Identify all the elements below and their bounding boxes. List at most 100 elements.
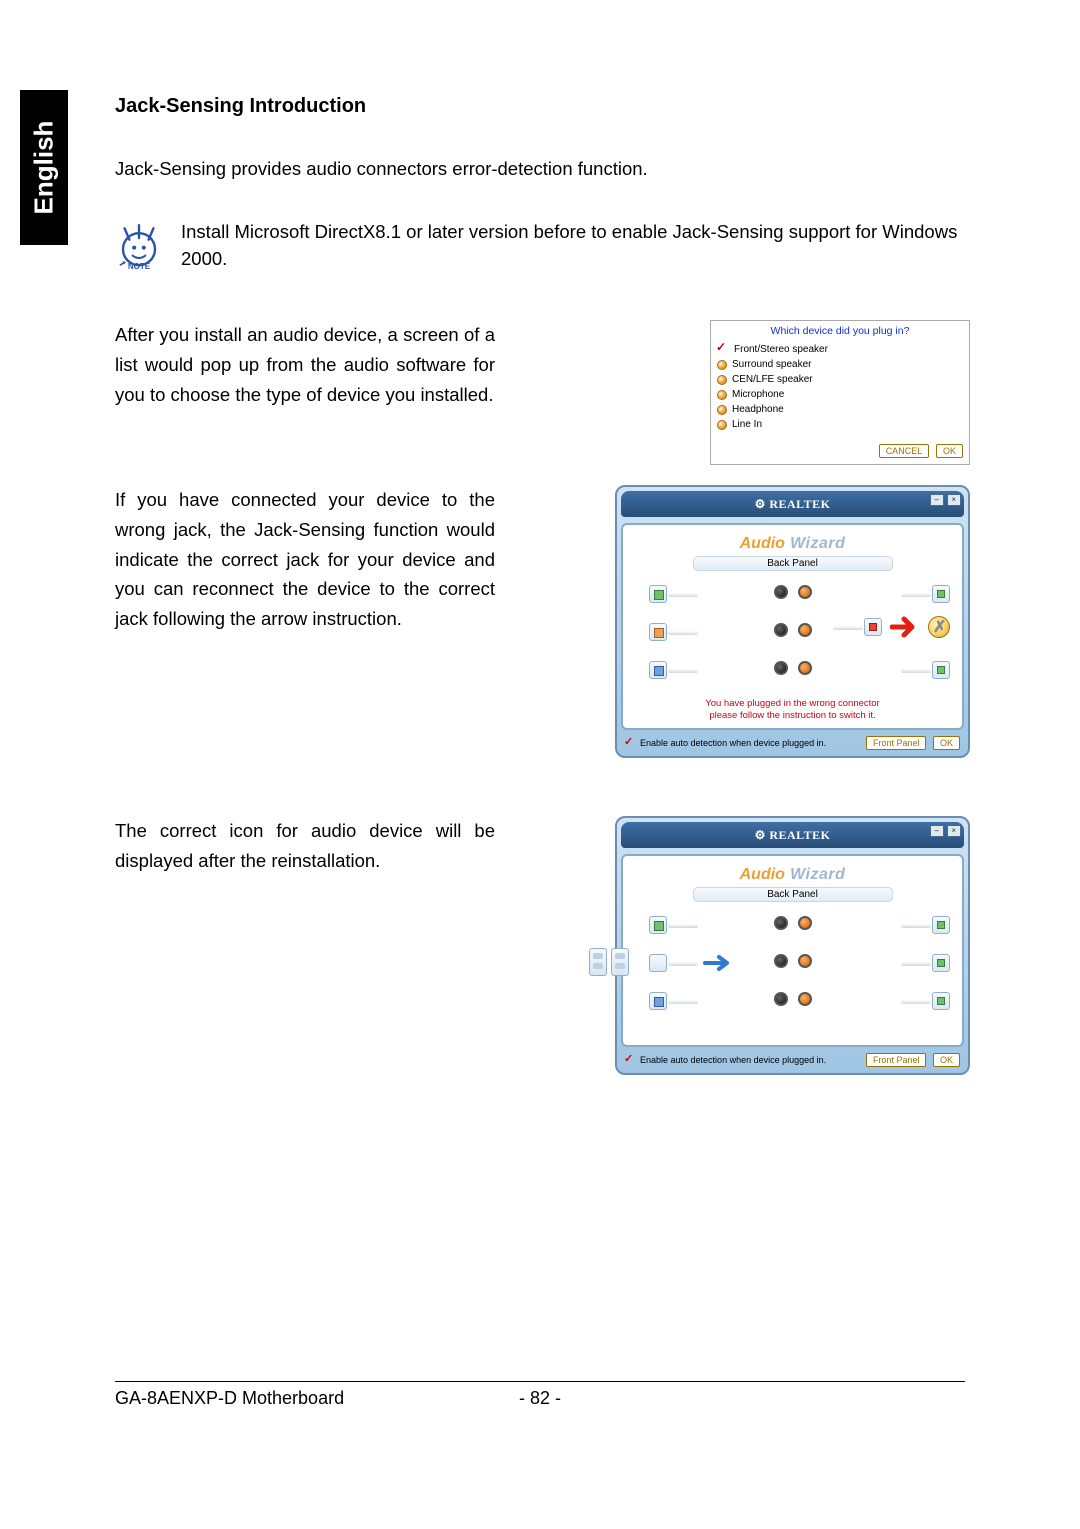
page-content: Jack-Sensing Introduction Jack-Sensing p… bbox=[115, 95, 970, 1075]
minimize-icon[interactable]: – bbox=[930, 825, 944, 837]
brand-label: ⚙ REALTEK bbox=[755, 828, 831, 842]
wizard-subtitle: Back Panel bbox=[693, 887, 893, 902]
brand-label: ⚙ REALTEK bbox=[755, 497, 831, 511]
plug-active-icon bbox=[649, 954, 667, 972]
wizard-titlebar: ⚙ REALTEK – × bbox=[621, 491, 964, 517]
dot-icon bbox=[717, 360, 727, 370]
plug-icon bbox=[932, 992, 950, 1010]
footer-page-number: - 82 - bbox=[519, 1388, 561, 1409]
note-row: NOTE Install Microsoft DirectX8.1 or lat… bbox=[115, 219, 970, 273]
wizard-title: Audio Wizard bbox=[629, 862, 956, 884]
wizard-footer: Enable auto detection when device plugge… bbox=[621, 730, 964, 752]
jack-diagram bbox=[635, 910, 950, 1025]
wrong-jack-icon bbox=[928, 616, 950, 638]
jack-icon bbox=[798, 585, 812, 599]
svg-text:NOTE: NOTE bbox=[128, 262, 151, 270]
checkmark-icon bbox=[625, 1055, 636, 1066]
row-device-list: After you install an audio device, a scr… bbox=[115, 320, 970, 465]
wizard-body: Audio Wizard Back Panel bbox=[621, 854, 964, 1047]
speaker-device-icon bbox=[589, 948, 629, 976]
enable-label: Enable auto detection when device plugge… bbox=[640, 738, 826, 748]
dialog-buttons: CANCEL OK bbox=[717, 444, 963, 458]
opt-front-stereo[interactable]: Front/Stereo speaker bbox=[717, 341, 963, 357]
opt-label: Headphone bbox=[732, 404, 784, 415]
check-icon bbox=[717, 343, 729, 355]
enable-auto-detection[interactable]: Enable auto detection when device plugge… bbox=[625, 1055, 826, 1066]
front-panel-button[interactable]: Front Panel bbox=[866, 736, 927, 750]
jack-icon bbox=[774, 623, 788, 637]
footer-doc-name: GA-8AENXP-D Motherboard bbox=[115, 1388, 344, 1409]
opt-cen-lfe[interactable]: CEN/LFE speaker bbox=[717, 372, 963, 387]
dot-icon bbox=[717, 375, 727, 385]
arrow-icon bbox=[703, 954, 731, 972]
dot-icon bbox=[717, 420, 727, 430]
jack-icon bbox=[774, 992, 788, 1006]
plug-icon bbox=[649, 585, 667, 603]
ok-button[interactable]: OK bbox=[936, 444, 963, 458]
opt-label: Surround speaker bbox=[732, 359, 812, 370]
minimize-icon[interactable]: – bbox=[930, 494, 944, 506]
row-correct-jack: The correct icon for audio device will b… bbox=[115, 816, 970, 1075]
jack-icon bbox=[774, 916, 788, 930]
plug-icon bbox=[932, 916, 950, 934]
jack-icon bbox=[774, 954, 788, 968]
plug-icon bbox=[932, 954, 950, 972]
plug-icon bbox=[649, 992, 667, 1010]
block2-image: ⚙ REALTEK – × Audio Wizard Back Panel bbox=[515, 485, 970, 758]
jack-icon bbox=[774, 585, 788, 599]
jack-icon bbox=[774, 661, 788, 675]
note-text: Install Microsoft DirectX8.1 or later ve… bbox=[181, 219, 970, 273]
language-tab: English bbox=[20, 90, 68, 245]
jack-diagram bbox=[635, 579, 950, 694]
checkmark-icon bbox=[625, 738, 636, 749]
wizard-titlebar: ⚙ REALTEK – × bbox=[621, 822, 964, 848]
jack-icon bbox=[798, 623, 812, 637]
plug-wrong-icon bbox=[864, 618, 882, 636]
arrow-icon bbox=[890, 615, 920, 639]
block3-image: ⚙ REALTEK – × Audio Wizard Back Panel bbox=[515, 816, 970, 1075]
opt-line-in[interactable]: Line In bbox=[717, 417, 963, 432]
opt-label: Microphone bbox=[732, 389, 784, 400]
cancel-button[interactable]: CANCEL bbox=[879, 444, 930, 458]
wizard-title-a: Audio bbox=[740, 866, 785, 883]
intro-paragraph: Jack-Sensing provides audio connectors e… bbox=[115, 156, 970, 183]
close-icon[interactable]: × bbox=[947, 494, 961, 506]
close-icon[interactable]: × bbox=[947, 825, 961, 837]
block1-image: Which device did you plug in? Front/Ster… bbox=[515, 320, 970, 465]
audio-wizard-correct: ⚙ REALTEK – × Audio Wizard Back Panel bbox=[615, 816, 970, 1075]
wizard-footer: Enable auto detection when device plugge… bbox=[621, 1047, 964, 1069]
front-panel-button[interactable]: Front Panel bbox=[866, 1053, 927, 1067]
plug-icon bbox=[649, 916, 667, 934]
wizard-subtitle: Back Panel bbox=[693, 556, 893, 571]
plug-icon bbox=[932, 585, 950, 603]
block3-text: The correct icon for audio device will b… bbox=[115, 816, 495, 875]
row-wrong-jack: If you have connected your device to the… bbox=[115, 485, 970, 758]
dot-icon bbox=[717, 405, 727, 415]
ok-button[interactable]: OK bbox=[933, 736, 960, 750]
wizard-title-b: Wizard bbox=[790, 535, 845, 552]
note-icon: NOTE bbox=[115, 222, 163, 270]
jack-icon bbox=[798, 661, 812, 675]
block2-text: If you have connected your device to the… bbox=[115, 485, 495, 633]
block1-text: After you install an audio device, a scr… bbox=[115, 320, 495, 409]
dialog-question: Which device did you plug in? bbox=[717, 325, 963, 337]
opt-label: Front/Stereo speaker bbox=[734, 344, 828, 355]
jack-icon bbox=[798, 992, 812, 1006]
opt-label: CEN/LFE speaker bbox=[732, 374, 813, 385]
jack-icon bbox=[798, 916, 812, 930]
audio-wizard-wrong: ⚙ REALTEK – × Audio Wizard Back Panel bbox=[615, 485, 970, 758]
enable-auto-detection[interactable]: Enable auto detection when device plugge… bbox=[625, 738, 826, 749]
opt-microphone[interactable]: Microphone bbox=[717, 387, 963, 402]
device-list-dialog: Which device did you plug in? Front/Ster… bbox=[710, 320, 970, 465]
opt-surround[interactable]: Surround speaker bbox=[717, 357, 963, 372]
wizard-warning: You have plugged in the wrong connector … bbox=[629, 698, 956, 722]
ok-button[interactable]: OK bbox=[933, 1053, 960, 1067]
opt-headphone[interactable]: Headphone bbox=[717, 402, 963, 417]
plug-icon bbox=[649, 661, 667, 679]
enable-label: Enable auto detection when device plugge… bbox=[640, 1055, 826, 1065]
section-heading: Jack-Sensing Introduction bbox=[115, 95, 970, 118]
wizard-title: Audio Wizard bbox=[629, 531, 956, 553]
jack-icon bbox=[798, 954, 812, 968]
page-footer: GA-8AENXP-D Motherboard - 82 - bbox=[115, 1381, 965, 1409]
dot-icon bbox=[717, 390, 727, 400]
